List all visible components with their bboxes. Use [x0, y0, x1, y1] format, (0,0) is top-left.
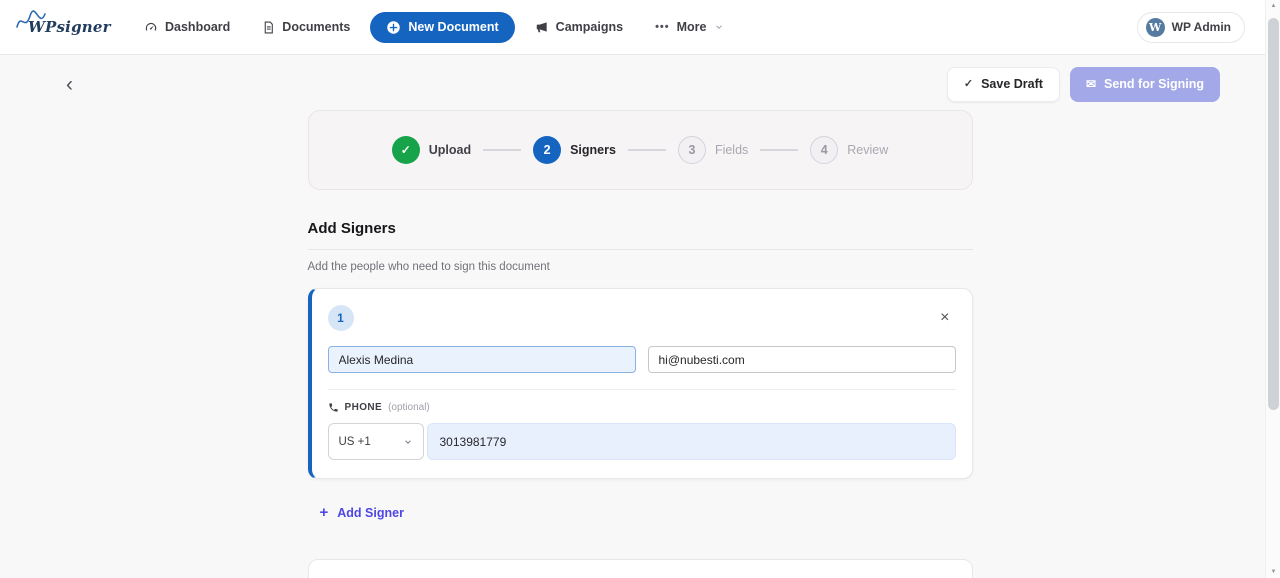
- nav-items: Dashboard Documents New Document Cam: [132, 12, 1137, 43]
- step-label: Review: [847, 143, 888, 157]
- dashboard-icon: [144, 20, 158, 34]
- main-content: ‹ ✓ Save Draft ✉ Send for Signing ✓ Uplo…: [0, 55, 1280, 578]
- logo[interactable]: WPsigner: [18, 18, 116, 36]
- stepper: ✓ Upload 2 Signers 3 Fields 4 Review: [308, 110, 973, 190]
- step-number: 3: [678, 136, 706, 164]
- step-number: 2: [533, 136, 561, 164]
- signer-phone-input[interactable]: [427, 423, 956, 460]
- send-for-signing-button[interactable]: ✉ Send for Signing: [1070, 67, 1220, 102]
- remove-signer-button[interactable]: ×: [934, 308, 955, 328]
- step-number: 4: [810, 136, 838, 164]
- content-column: ✓ Upload 2 Signers 3 Fields 4 Review: [308, 110, 973, 578]
- step-connector: [483, 149, 521, 151]
- step-upload[interactable]: ✓ Upload: [392, 136, 471, 164]
- check-icon: ✓: [964, 78, 973, 91]
- nav-item-label: More: [677, 20, 707, 34]
- scrollbar-thumb[interactable]: [1268, 18, 1279, 410]
- step-complete-check-icon: ✓: [392, 136, 420, 164]
- country-code-value: US +1: [339, 436, 371, 448]
- section-divider: [308, 249, 973, 250]
- content-header: ‹ ✓ Save Draft ✉ Send for Signing: [0, 55, 1280, 102]
- phone-label-row: PHONE (optional): [328, 402, 956, 413]
- next-section-card: [308, 559, 973, 578]
- signer-index-badge: 1: [328, 305, 354, 331]
- signer-fields-row: [328, 346, 956, 373]
- phone-optional-label: (optional): [388, 402, 430, 413]
- step-signers[interactable]: 2 Signers: [533, 136, 616, 164]
- phone-label: PHONE: [345, 402, 383, 413]
- nav-item-label: New Document: [408, 20, 498, 34]
- envelope-icon: ✉: [1086, 77, 1096, 91]
- step-label: Fields: [715, 143, 748, 157]
- card-divider: [328, 389, 956, 390]
- page-title: Add Signers: [308, 220, 973, 237]
- section-subtitle: Add the people who need to sign this doc…: [308, 261, 973, 273]
- step-label: Upload: [429, 143, 471, 157]
- chevron-down-icon: [714, 22, 724, 32]
- header-actions: ✓ Save Draft ✉ Send for Signing: [947, 67, 1220, 102]
- wp-admin-button[interactable]: W WP Admin: [1137, 12, 1245, 43]
- step-connector: [760, 149, 798, 151]
- add-signer-button[interactable]: + Add Signer: [320, 505, 404, 520]
- plus-circle-icon: [386, 20, 401, 35]
- nav-item-label: Campaigns: [556, 20, 623, 34]
- megaphone-icon: [535, 20, 549, 34]
- signer-email-input[interactable]: [648, 346, 956, 373]
- nav-item-campaigns[interactable]: Campaigns: [523, 13, 635, 41]
- wordpress-icon: W: [1146, 18, 1165, 37]
- country-code-select[interactable]: US +1: [328, 423, 424, 460]
- scroll-up-arrow-icon[interactable]: ▲: [1266, 3, 1280, 9]
- signature-flourish-icon: [14, 9, 48, 35]
- send-for-signing-label: Send for Signing: [1104, 77, 1204, 92]
- signer-name-input[interactable]: [328, 346, 636, 373]
- save-draft-button[interactable]: ✓ Save Draft: [947, 67, 1060, 102]
- nav-item-dashboard[interactable]: Dashboard: [132, 13, 242, 41]
- step-review[interactable]: 4 Review: [810, 136, 888, 164]
- nav-item-new-document[interactable]: New Document: [370, 12, 514, 43]
- save-draft-label: Save Draft: [981, 77, 1043, 92]
- back-button[interactable]: ‹: [58, 72, 81, 97]
- nav-item-more[interactable]: ••• More: [643, 13, 735, 41]
- scrollbar[interactable]: ▲ ▼: [1265, 0, 1280, 578]
- signer-card-header: 1 ×: [328, 305, 956, 331]
- chevron-down-icon: [403, 437, 413, 447]
- document-icon: [262, 21, 275, 34]
- top-nav: WPsigner Dashboard Documents: [0, 0, 1280, 55]
- step-connector: [628, 149, 666, 151]
- step-label: Signers: [570, 143, 616, 157]
- plus-icon: +: [320, 505, 329, 520]
- step-fields[interactable]: 3 Fields: [678, 136, 748, 164]
- nav-item-label: Dashboard: [165, 20, 230, 34]
- wp-admin-label: WP Admin: [1172, 20, 1231, 34]
- phone-icon: [328, 402, 339, 413]
- phone-row: US +1: [328, 423, 956, 460]
- scroll-down-arrow-icon[interactable]: ▼: [1266, 569, 1280, 575]
- add-signer-label: Add Signer: [337, 506, 404, 520]
- nav-item-label: Documents: [282, 20, 350, 34]
- signer-card: 1 × PHONE (optional) US +1: [308, 288, 973, 479]
- more-dots-icon: •••: [655, 21, 670, 33]
- page: WPsigner Dashboard Documents: [0, 0, 1280, 578]
- nav-item-documents[interactable]: Documents: [250, 13, 362, 41]
